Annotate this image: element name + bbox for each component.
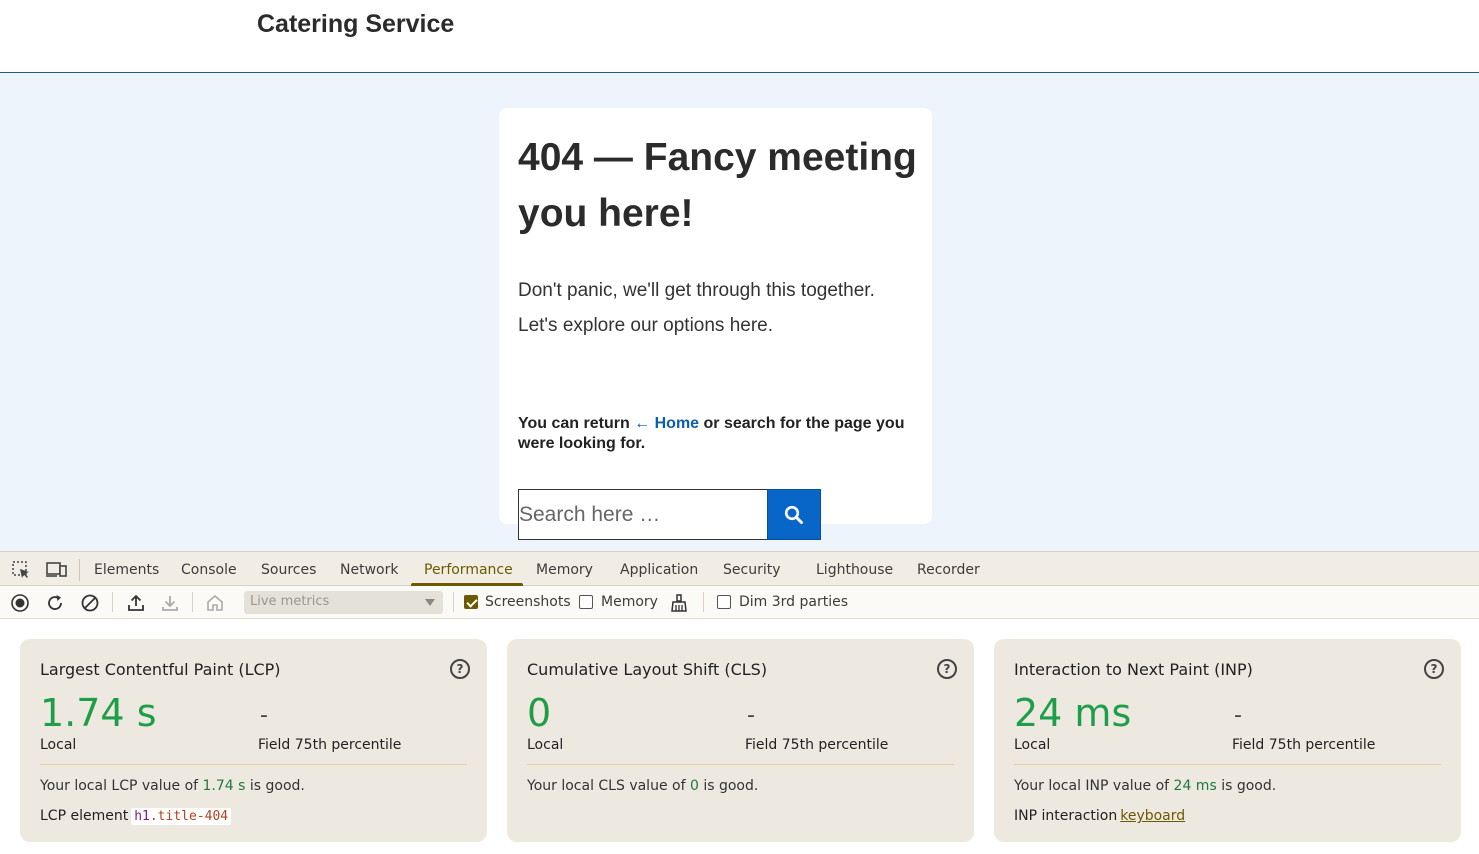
metric-title: Interaction to Next Paint (INP) xyxy=(1014,660,1253,679)
search-input[interactable] xyxy=(518,489,768,540)
separator xyxy=(112,592,113,612)
divider xyxy=(40,764,467,765)
inp-card: Interaction to Next Paint (INP) ? 24 ms … xyxy=(994,639,1461,842)
screenshots-label: Screenshots xyxy=(485,594,571,610)
home-icon[interactable] xyxy=(204,592,226,613)
separator xyxy=(192,592,193,612)
note-suffix: is good. xyxy=(698,778,759,794)
performance-toolbar: Live metrics Screenshots Memory Dim 3rd … xyxy=(0,586,1479,619)
tab-recorder[interactable]: Recorder xyxy=(917,562,980,578)
metric-field-label: Field 75th percentile xyxy=(745,737,889,753)
site-title[interactable]: Catering Service xyxy=(257,10,454,39)
note-suffix: is good. xyxy=(245,778,305,794)
lcp-element-row: LCP element h1.title-404 xyxy=(40,808,232,825)
dim-third-parties-checkbox[interactable] xyxy=(717,595,731,609)
page-title: 404 — Fancy meeting you here! xyxy=(518,136,917,235)
tab-elements[interactable]: Elements xyxy=(94,562,159,578)
note-value: 24 ms xyxy=(1173,778,1217,794)
search-button[interactable] xyxy=(767,489,821,540)
download-icon[interactable] xyxy=(159,592,181,613)
live-metrics-select[interactable]: Live metrics xyxy=(244,591,443,614)
dim-third-parties-label: Dim 3rd parties xyxy=(739,594,849,610)
divider xyxy=(527,764,954,765)
home-link[interactable]: ← Home xyxy=(634,415,699,432)
note-value: 0 xyxy=(689,778,699,794)
metric-local-label: Local xyxy=(1014,737,1051,753)
garbage-collect-icon[interactable] xyxy=(668,592,690,613)
note-prefix: Your local LCP value of xyxy=(40,778,203,794)
tab-performance[interactable]: Performance xyxy=(424,562,513,578)
lcp-element-label: LCP element xyxy=(40,808,129,824)
metric-title: Largest Contentful Paint (LCP) xyxy=(40,660,281,679)
return-text: You can return ← Home or search for the … xyxy=(518,414,918,454)
separator xyxy=(703,592,704,612)
metric-note: Your local LCP value of 1.74 s is good. xyxy=(40,778,305,794)
tab-console[interactable]: Console xyxy=(181,562,237,578)
note-prefix: Your local CLS value of xyxy=(527,778,690,794)
clear-icon[interactable] xyxy=(79,592,101,613)
node-class: .title-404 xyxy=(149,809,229,824)
help-icon[interactable]: ? xyxy=(937,659,957,679)
note-value: 1.74 s xyxy=(202,778,246,794)
inp-interaction-link[interactable]: keyboard xyxy=(1120,808,1185,824)
tab-network[interactable]: Network xyxy=(340,562,398,578)
lcp-card: Largest Contentful Paint (LCP) ? 1.74 s … xyxy=(20,639,487,842)
separator xyxy=(453,592,454,612)
device-toolbar-icon[interactable] xyxy=(45,560,67,580)
metric-note: Your local CLS value of 0 is good. xyxy=(527,778,758,794)
memory-label: Memory xyxy=(601,594,658,610)
metric-local-label: Local xyxy=(527,737,564,753)
metric-field-value: - xyxy=(747,703,755,728)
site-main: 404 — Fancy meeting you here! Don't pani… xyxy=(0,73,1479,551)
note-prefix: Your local INP value of xyxy=(1014,778,1174,794)
metric-field-label: Field 75th percentile xyxy=(258,737,402,753)
note-suffix: is good. xyxy=(1216,778,1277,794)
metric-field-value: - xyxy=(260,703,268,728)
search-icon xyxy=(784,505,803,524)
lead-text: Don't panic, we'll get through this toge… xyxy=(518,280,875,336)
separator xyxy=(79,559,80,581)
reload-record-icon[interactable] xyxy=(44,592,66,613)
site-header: Catering Service xyxy=(0,0,1479,73)
inp-interaction-label: INP interaction xyxy=(1014,808,1118,824)
upload-icon[interactable] xyxy=(125,592,147,613)
inp-interaction-row: INP interaction keyboard xyxy=(1014,808,1185,824)
metric-note: Your local INP value of 24 ms is good. xyxy=(1014,778,1276,794)
memory-checkbox[interactable] xyxy=(579,595,593,609)
live-metrics-label: Live metrics xyxy=(250,594,330,609)
tab-memory[interactable]: Memory xyxy=(536,562,593,578)
tab-sources[interactable]: Sources xyxy=(261,562,316,578)
lcp-element-node[interactable]: h1.title-404 xyxy=(131,808,232,825)
tab-application[interactable]: Application xyxy=(620,562,698,578)
metric-title: Cumulative Layout Shift (CLS) xyxy=(527,660,768,679)
metric-local-value: 1.74 s xyxy=(40,691,157,735)
help-icon[interactable]: ? xyxy=(1424,659,1444,679)
live-metrics-panel: Largest Contentful Paint (LCP) ? 1.74 s … xyxy=(0,619,1479,854)
screenshots-checkbox[interactable] xyxy=(464,595,478,609)
return-prefix: You can return xyxy=(518,415,635,432)
chevron-down-icon xyxy=(425,599,435,606)
inspect-element-icon[interactable] xyxy=(10,560,32,580)
cls-card: Cumulative Layout Shift (CLS) ? 0 Local … xyxy=(507,639,974,842)
metric-local-value: 24 ms xyxy=(1014,691,1132,735)
metric-local-value: 0 xyxy=(527,691,552,735)
metric-field-label: Field 75th percentile xyxy=(1232,737,1376,753)
metric-field-value: - xyxy=(1234,703,1242,728)
node-tag: h1 xyxy=(134,809,150,824)
help-icon[interactable]: ? xyxy=(450,659,470,679)
record-icon[interactable] xyxy=(9,592,31,613)
divider xyxy=(1014,764,1441,765)
tab-lighthouse[interactable]: Lighthouse xyxy=(816,562,893,578)
tab-security[interactable]: Security xyxy=(723,562,781,578)
error-card: 404 — Fancy meeting you here! Don't pani… xyxy=(499,108,932,540)
devtools-tab-bar: Elements Console Sources Network Perform… xyxy=(0,551,1479,586)
metric-local-label: Local xyxy=(40,737,77,753)
